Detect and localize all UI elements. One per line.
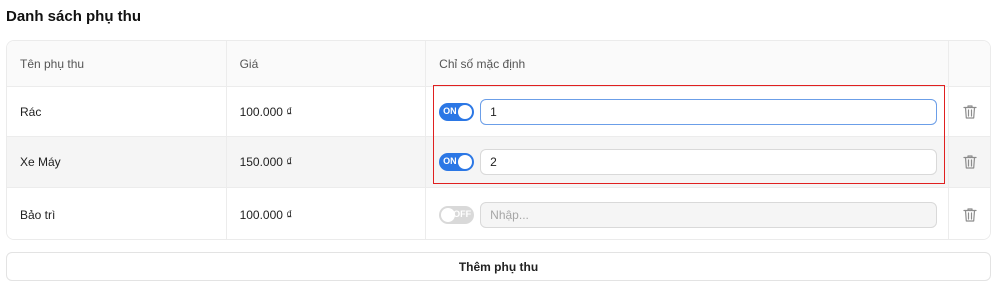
column-header-default-index: Chỉ số mặc định xyxy=(426,41,950,86)
surcharge-table: Tên phụ thu Giá Chỉ số mặc định Rác 100.… xyxy=(6,40,991,240)
surcharge-name: Rác xyxy=(7,87,227,136)
trash-icon[interactable] xyxy=(962,207,977,223)
page-title: Danh sách phụ thu xyxy=(6,8,141,25)
actions-cell xyxy=(949,137,990,187)
table-row: Xe Máy 150.000 ₫ ON xyxy=(7,137,990,188)
column-header-price: Giá xyxy=(227,41,427,86)
default-index-toggle[interactable]: ON xyxy=(439,102,475,121)
table-row: Bảo trì 100.000 ₫ OFF xyxy=(7,188,990,239)
default-index-toggle[interactable]: ON xyxy=(439,153,475,171)
actions-cell xyxy=(949,188,990,239)
toggle-knob xyxy=(458,104,473,119)
toggle-label: OFF xyxy=(453,208,472,219)
surcharge-name: Xe Máy xyxy=(7,137,227,187)
table-row: Rác 100.000 ₫ ON xyxy=(7,87,990,137)
surcharge-price: 150.000 ₫ xyxy=(227,137,427,187)
default-index-cell: OFF xyxy=(426,188,950,239)
column-header-actions xyxy=(949,41,990,86)
default-index-cell: ON xyxy=(426,137,950,187)
toggle-label: ON xyxy=(443,105,457,116)
trash-icon[interactable] xyxy=(962,154,977,170)
actions-cell xyxy=(949,87,990,136)
column-header-name: Tên phụ thu xyxy=(7,41,227,86)
table-header: Tên phụ thu Giá Chỉ số mặc định xyxy=(7,41,990,87)
default-index-input[interactable] xyxy=(480,149,938,175)
surcharge-price: 100.000 ₫ xyxy=(227,188,427,239)
surcharge-price: 100.000 ₫ xyxy=(227,87,427,136)
trash-icon[interactable] xyxy=(962,104,977,120)
toggle-knob xyxy=(458,155,473,169)
default-index-input[interactable] xyxy=(480,201,938,228)
default-index-cell: ON xyxy=(426,87,950,136)
add-surcharge-button[interactable]: Thêm phụ thu xyxy=(6,252,991,281)
default-index-input[interactable] xyxy=(480,98,938,125)
default-index-toggle[interactable]: OFF xyxy=(439,205,475,224)
surcharge-name: Bảo trì xyxy=(7,188,227,239)
toggle-label: ON xyxy=(443,156,457,166)
